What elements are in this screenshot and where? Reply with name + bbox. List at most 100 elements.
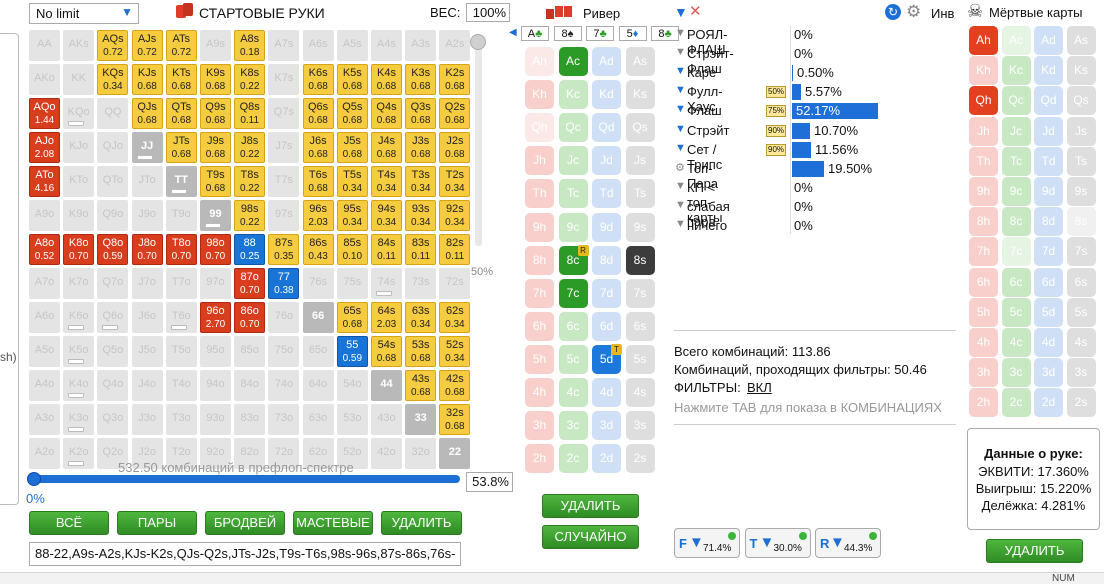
river-card-2c[interactable]: 2c — [558, 444, 588, 474]
river-card-Jd[interactable]: Jd — [592, 146, 621, 176]
board-card[interactable]: 8♠ — [553, 26, 582, 41]
hand-cell[interactable]: K5s 0.68 — [336, 64, 368, 95]
hand-cell[interactable]: 75s — [336, 268, 368, 299]
quick-filter-t[interactable]: T ▼ 30.0% — [744, 528, 811, 558]
hand-cell[interactable]: A2o — [29, 438, 60, 469]
hand-cell[interactable]: J7s — [268, 132, 300, 163]
hand-cell[interactable]: 86o 0.70 — [234, 302, 266, 333]
dead-card-7c[interactable]: 7c — [1001, 237, 1031, 267]
dead-card-2d[interactable]: 2d — [1034, 388, 1063, 418]
hand-cell[interactable]: AKs — [63, 30, 95, 61]
hand-cell[interactable]: 87s 0.35 — [268, 234, 300, 265]
dead-card-8h[interactable]: 8h — [969, 207, 998, 237]
dead-card-5s[interactable]: 5s — [1066, 297, 1096, 327]
hand-cell[interactable]: ATs 0.72 — [165, 30, 197, 61]
dead-card-4h[interactable]: 4h — [969, 328, 998, 357]
hand-cell[interactable]: QJo — [97, 132, 129, 163]
river-card-9h[interactable]: 9h — [525, 212, 554, 242]
hand-cell[interactable]: K7s — [268, 64, 300, 95]
hand-cell[interactable]: 32s 0.68 — [439, 404, 471, 435]
hand-cell[interactable]: J9o — [131, 200, 163, 231]
river-card-3d[interactable]: 3d — [592, 411, 621, 441]
hand-cell[interactable]: A5s — [336, 30, 368, 61]
hand-cell[interactable]: 97s — [268, 200, 300, 231]
hand-cell[interactable]: 93o — [200, 404, 231, 435]
hand-cell[interactable]: 33 — [405, 404, 437, 435]
hand-cell[interactable]: 98o 0.70 — [200, 234, 231, 265]
hand-cell[interactable]: 65s 0.68 — [336, 302, 368, 333]
river-card-5c[interactable]: 5c — [558, 344, 588, 374]
hand-cell[interactable]: T5o — [165, 336, 197, 367]
hand-cell[interactable]: T2s 0.34 — [439, 166, 471, 197]
settings-gear-icon[interactable]: ⚙ — [906, 2, 921, 22]
hand-cell[interactable]: T5s 0.34 — [336, 166, 368, 197]
hand-cell[interactable]: 62s 0.34 — [439, 302, 471, 333]
hand-cell[interactable]: 97o — [200, 268, 231, 299]
dead-card-7h[interactable]: 7h — [969, 237, 998, 267]
hand-cell[interactable]: T9s 0.68 — [200, 166, 231, 197]
river-card-6c[interactable]: 6c — [558, 311, 588, 341]
river-card-8c[interactable]: 8c R — [558, 244, 589, 275]
hand-cell[interactable]: 66 — [302, 302, 334, 333]
hand-cell[interactable]: J8o 0.70 — [131, 234, 163, 265]
river-card-8d[interactable]: 8d — [592, 245, 621, 275]
hand-cell[interactable]: J6s 0.68 — [302, 132, 334, 163]
hand-cell[interactable]: 53o — [336, 404, 368, 435]
hand-cell[interactable]: 98s 0.22 — [234, 200, 266, 231]
hand-cell[interactable]: A7s — [268, 30, 300, 61]
dead-card-6h[interactable]: 6h — [969, 267, 998, 297]
dead-card-Kc[interactable]: Kc — [1001, 56, 1031, 86]
hand-cell[interactable]: 43o — [371, 404, 402, 435]
hand-cell[interactable]: 76o — [268, 302, 300, 333]
hand-cell[interactable]: K2s 0.68 — [439, 64, 471, 95]
filter-icon-gray[interactable]: ▼ — [675, 27, 686, 39]
hand-cell[interactable]: A6s — [302, 30, 334, 61]
all-button[interactable]: ВСЁ — [29, 511, 109, 535]
hand-cell[interactable]: 73o — [268, 404, 300, 435]
hand-cell[interactable]: K8s 0.22 — [234, 64, 266, 95]
dead-card-8c[interactable]: 8c — [1001, 207, 1031, 237]
hand-cell[interactable]: KJs 0.68 — [131, 64, 163, 95]
filter-icon-gray[interactable]: ▼ — [675, 180, 686, 192]
hand-cell[interactable]: K6o — [63, 302, 95, 333]
clear-filter-icon[interactable]: ✕ — [689, 2, 702, 20]
hand-cell[interactable]: K6s 0.68 — [302, 64, 334, 95]
hand-cell[interactable]: 73s — [405, 268, 437, 299]
hand-cell[interactable]: 63s 0.34 — [405, 302, 437, 333]
hand-cell[interactable]: AA — [29, 30, 60, 61]
hand-cell[interactable]: 77 0.38 — [268, 268, 300, 299]
hand-cell[interactable]: TT — [165, 166, 197, 197]
hand-cell[interactable]: K2o — [63, 438, 95, 469]
hand-cell[interactable]: 55 0.59 — [336, 336, 368, 367]
hand-cell[interactable]: JJ — [131, 132, 163, 163]
dead-card-9d[interactable]: 9d — [1034, 177, 1063, 206]
hand-cell[interactable]: Q5s 0.68 — [336, 98, 368, 129]
river-card-Qc[interactable]: Qc — [558, 113, 588, 143]
filter-icon-blue[interactable]: ▼ — [675, 123, 686, 135]
dead-card-Ks[interactable]: Ks — [1066, 56, 1096, 86]
quick-filter-f[interactable]: F ▼ 71.4% — [674, 528, 740, 558]
river-card-Kc[interactable]: Kc — [558, 80, 588, 110]
river-card-Th[interactable]: Th — [525, 179, 554, 209]
hand-cell[interactable]: T8s 0.22 — [234, 166, 266, 197]
hand-cell[interactable]: QQ — [97, 98, 129, 129]
dead-card-9s[interactable]: 9s — [1066, 177, 1096, 206]
hand-cell[interactable]: 74s — [371, 268, 402, 299]
hand-cell[interactable]: KK — [63, 64, 95, 95]
river-card-Td[interactable]: Td — [592, 179, 621, 209]
hand-cell[interactable]: Q3s 0.68 — [405, 98, 437, 129]
hand-cell[interactable]: 84s 0.11 — [371, 234, 402, 265]
river-card-8s[interactable]: 8s — [625, 245, 655, 275]
hand-cell[interactable]: K4o — [63, 370, 95, 401]
board-scroll-left-icon[interactable]: ◀ — [509, 27, 517, 38]
hand-cell[interactable]: KTs 0.68 — [165, 64, 197, 95]
hand-cell[interactable]: K9s 0.68 — [200, 64, 231, 95]
hand-cell[interactable]: QJs 0.68 — [131, 98, 163, 129]
hand-cell[interactable]: K5o — [63, 336, 95, 367]
hand-cell[interactable]: A6o — [29, 302, 60, 333]
gear-icon[interactable]: ⚙ — [675, 161, 685, 174]
river-card-3s[interactable]: 3s — [625, 411, 655, 441]
river-card-6h[interactable]: 6h — [525, 311, 554, 341]
hand-cell[interactable]: J2s 0.68 — [439, 132, 471, 163]
river-card-2h[interactable]: 2h — [525, 444, 554, 474]
